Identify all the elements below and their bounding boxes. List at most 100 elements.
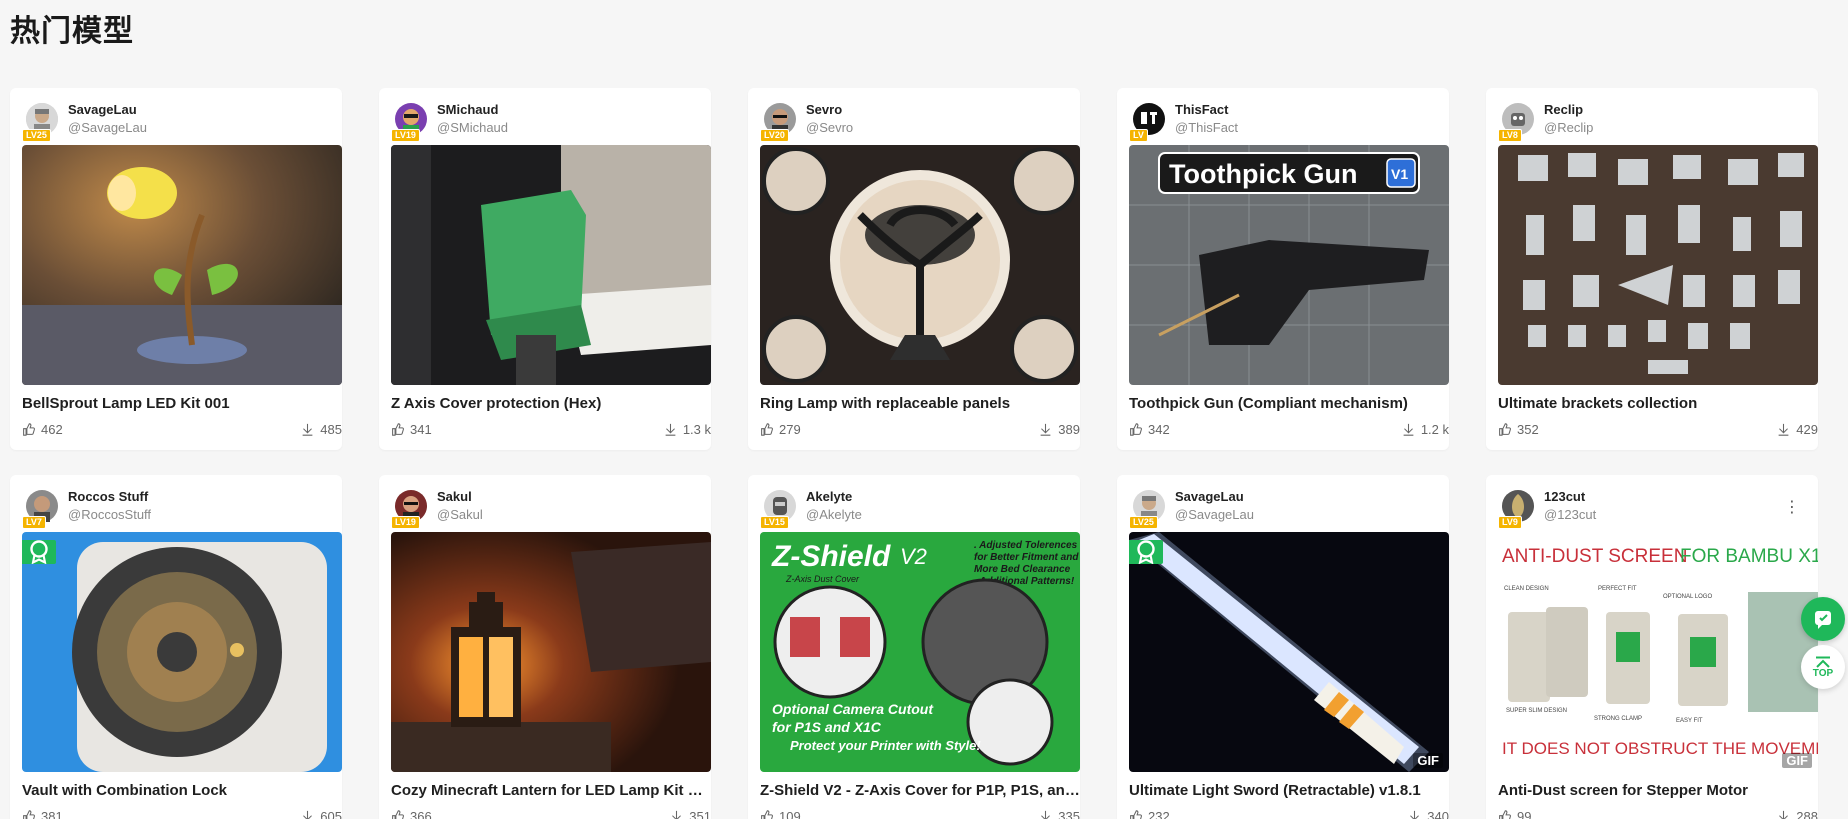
model-stats: 352 429 bbox=[1498, 422, 1818, 438]
model-title[interactable]: Z Axis Cover protection (Hex) bbox=[391, 395, 711, 412]
avatar[interactable]: LV7 bbox=[22, 490, 58, 529]
downloads-count: 340 bbox=[1427, 809, 1449, 819]
author-name[interactable]: Akelyte bbox=[806, 488, 862, 506]
back-to-top-button[interactable]: TOP bbox=[1801, 645, 1845, 689]
model-thumbnail[interactable] bbox=[391, 145, 711, 385]
author-row[interactable]: LV19 SMichaud @SMichaud bbox=[391, 98, 699, 142]
avatar[interactable]: LV8 bbox=[1498, 103, 1534, 142]
model-thumbnail[interactable] bbox=[22, 145, 342, 385]
author-name[interactable]: Sakul bbox=[437, 488, 483, 506]
model-stats: 99 288 bbox=[1498, 809, 1818, 819]
likes-count: 279 bbox=[779, 422, 801, 437]
image-bottom-text: Optional Camera Cutout bbox=[772, 701, 934, 717]
likes[interactable]: 232 bbox=[1129, 809, 1170, 819]
model-title[interactable]: Anti-Dust screen for Stepper Motor bbox=[1498, 782, 1818, 799]
model-card[interactable]: LV19 Sakul @Sakul Cozy Minecraft Lantern … bbox=[379, 475, 711, 819]
image-note: for Better Fitment and bbox=[974, 552, 1079, 563]
level-badge: LV20 bbox=[760, 129, 789, 142]
avatar[interactable]: LV15 bbox=[760, 490, 796, 529]
likes[interactable]: 342 bbox=[1129, 422, 1170, 437]
more-options-icon[interactable]: ⋮ bbox=[1784, 497, 1800, 517]
thumbs-up-icon bbox=[23, 810, 35, 819]
model-thumbnail[interactable] bbox=[22, 532, 342, 772]
author-row[interactable]: LV15 Akelyte @Akelyte bbox=[760, 485, 1068, 529]
avatar[interactable]: LV9 bbox=[1498, 490, 1534, 529]
model-title[interactable]: Cozy Minecraft Lantern for LED Lamp Kit … bbox=[391, 782, 711, 799]
author-row[interactable]: LV20 Sevro @Sevro bbox=[760, 98, 1068, 142]
author-name[interactable]: Reclip bbox=[1544, 101, 1593, 119]
download-icon bbox=[1410, 810, 1420, 819]
model-title[interactable]: Ultimate Light Sword (Retractable) v1.8.… bbox=[1129, 782, 1449, 799]
author-name[interactable]: SMichaud bbox=[437, 101, 508, 119]
likes[interactable]: 99 bbox=[1498, 809, 1531, 819]
feedback-button[interactable] bbox=[1801, 597, 1845, 641]
image-label: OPTIONAL LOGO bbox=[1663, 594, 1712, 600]
image-label: EASY FIT bbox=[1676, 718, 1703, 724]
award-icon bbox=[1137, 540, 1155, 564]
model-thumbnail[interactable]: ANTI-DUST SCREEN FOR BAMBU X1/P1 CLEAN D… bbox=[1498, 532, 1818, 772]
likes[interactable]: 341 bbox=[391, 422, 432, 437]
model-thumbnail[interactable] bbox=[760, 145, 1080, 385]
model-thumbnail[interactable] bbox=[391, 532, 711, 772]
model-thumbnail[interactable]: Toothpick Gun V1 bbox=[1129, 145, 1449, 385]
author-row[interactable]: LV9 123cut @123cut bbox=[1498, 485, 1806, 529]
model-card[interactable]: LV15 Akelyte @Akelyte Z-Shield V2 Z-Axis … bbox=[748, 475, 1080, 819]
avatar[interactable]: LV25 bbox=[1129, 490, 1165, 529]
author-name[interactable]: Roccos Stuff bbox=[68, 488, 151, 506]
downloads: 351 bbox=[670, 809, 711, 819]
author-name[interactable]: ThisFact bbox=[1175, 101, 1238, 119]
model-card[interactable]: LV7 Roccos Stuff @RoccosStuff Vault with … bbox=[10, 475, 342, 819]
model-title[interactable]: Vault with Combination Lock bbox=[22, 782, 342, 799]
likes[interactable]: 366 bbox=[391, 809, 432, 819]
likes[interactable]: 352 bbox=[1498, 422, 1539, 437]
likes[interactable]: 279 bbox=[760, 422, 801, 437]
model-card[interactable]: LV19 SMichaud @SMichaud Z Axis Cover prot… bbox=[379, 88, 711, 450]
model-thumbnail[interactable]: GIF bbox=[1129, 532, 1449, 772]
image-text: ANTI-DUST SCREEN bbox=[1502, 546, 1687, 567]
author-row[interactable]: LV25 SavageLau @SavageLau bbox=[1129, 485, 1437, 529]
download-icon bbox=[1403, 423, 1414, 436]
model-card[interactable]: LV25 SavageLau @SavageLau BellSprout Lamp… bbox=[10, 88, 342, 450]
model-title[interactable]: BellSprout Lamp LED Kit 001 bbox=[22, 395, 342, 412]
author-row[interactable]: LV19 Sakul @Sakul bbox=[391, 485, 699, 529]
model-card[interactable]: LV25 SavageLau @SavageLau GIF Ultimate Li… bbox=[1117, 475, 1449, 819]
thumbs-up-icon bbox=[392, 810, 404, 819]
downloads-count: 429 bbox=[1796, 422, 1818, 437]
model-title[interactable]: Z-Shield V2 - Z-Axis Cover for P1P, P1S,… bbox=[760, 782, 1080, 799]
author-name[interactable]: SavageLau bbox=[1175, 488, 1254, 506]
feedback-icon bbox=[1815, 611, 1831, 629]
model-title[interactable]: Toothpick Gun (Compliant mechanism) bbox=[1129, 395, 1449, 412]
model-card[interactable]: LV8 Reclip @Reclip Ultimate brackets coll… bbox=[1486, 88, 1818, 450]
likes[interactable]: 462 bbox=[22, 422, 63, 437]
model-card[interactable]: LV9 123cut @123cut ⋮ ANTI-DUST SCREEN FOR… bbox=[1486, 475, 1818, 819]
award-badge bbox=[22, 540, 56, 564]
image-text: Z-Shield bbox=[771, 540, 891, 573]
model-title[interactable]: Ring Lamp with replaceable panels bbox=[760, 395, 1080, 412]
author-row[interactable]: LV ThisFact @ThisFact bbox=[1129, 98, 1437, 142]
author-row[interactable]: LV25 SavageLau @SavageLau bbox=[22, 98, 330, 142]
model-title[interactable]: Ultimate brackets collection bbox=[1498, 395, 1818, 412]
image-note: . Adjusted Tolerences bbox=[974, 540, 1078, 551]
model-stats: 341 1.3 k bbox=[391, 422, 711, 438]
likes[interactable]: 109 bbox=[760, 809, 801, 819]
avatar[interactable]: LV19 bbox=[391, 103, 427, 142]
likes[interactable]: 381 bbox=[22, 809, 63, 819]
model-card[interactable]: LV20 Sevro @Sevro Ring Lamp with replacea… bbox=[748, 88, 1080, 450]
avatar[interactable]: LV19 bbox=[391, 490, 427, 529]
avatar[interactable]: LV20 bbox=[760, 103, 796, 142]
author-row[interactable]: LV8 Reclip @Reclip bbox=[1498, 98, 1806, 142]
thumbs-up-icon bbox=[761, 810, 773, 819]
avatar[interactable]: LV25 bbox=[22, 103, 58, 142]
avatar[interactable]: LV bbox=[1129, 103, 1165, 142]
image-tag: V1 bbox=[1391, 166, 1408, 182]
model-thumbnail[interactable]: Z-Shield V2 Z-Axis Dust Cover . Adjusted… bbox=[760, 532, 1080, 772]
image-label: SUPER SLIM DESIGN bbox=[1506, 708, 1567, 714]
author-name[interactable]: SavageLau bbox=[68, 101, 147, 119]
level-badge: LV bbox=[1129, 129, 1148, 142]
author-row[interactable]: LV7 Roccos Stuff @RoccosStuff bbox=[22, 485, 330, 529]
model-thumbnail[interactable] bbox=[1498, 145, 1818, 385]
downloads-count: 605 bbox=[320, 809, 342, 819]
author-name[interactable]: 123cut bbox=[1544, 488, 1596, 506]
author-name[interactable]: Sevro bbox=[806, 101, 853, 119]
model-card[interactable]: LV ThisFact @ThisFact Toothpick Gun V1 To… bbox=[1117, 88, 1449, 450]
